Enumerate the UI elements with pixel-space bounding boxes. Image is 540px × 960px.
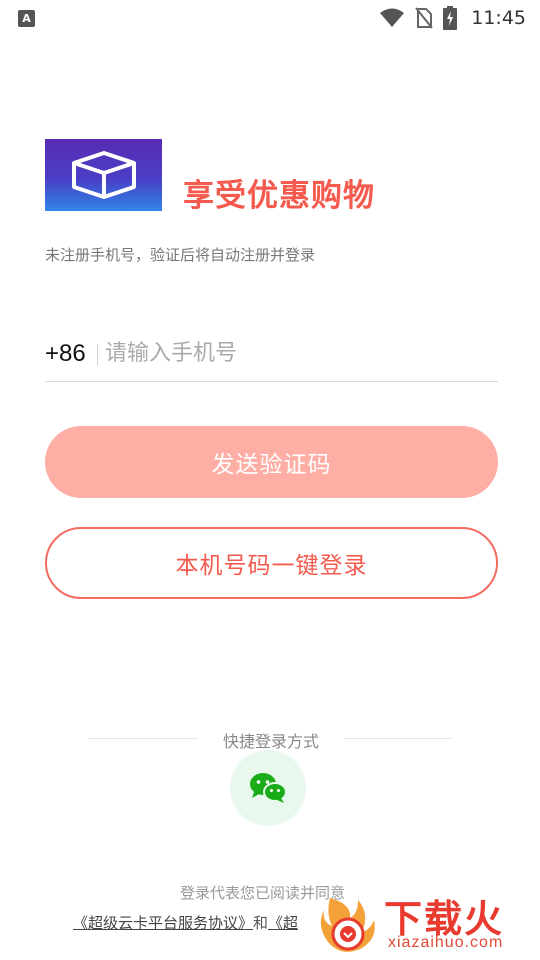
agreement-conjunction: 和 <box>253 914 269 932</box>
flame-logo-icon <box>320 898 375 952</box>
headline: 享受优惠购物 <box>183 178 375 214</box>
no-sim-icon <box>415 7 434 29</box>
phone-input-row: +86 <box>45 330 498 382</box>
one-key-login-button[interactable]: 本机号码一键登录 <box>45 527 498 599</box>
watermark: 下载火 xiazaihuo.com <box>318 888 540 960</box>
agreement-links: 《超级云卡平台服务协议》和《超 <box>73 912 298 933</box>
status-bar: A 11:45 <box>0 0 540 36</box>
quick-login-divider-right <box>344 738 452 739</box>
send-code-button[interactable]: 发送验证码 <box>45 426 498 498</box>
wechat-login-button[interactable] <box>230 750 306 826</box>
status-time: 11:45 <box>471 7 526 29</box>
wechat-icon <box>250 773 287 803</box>
wifi-icon <box>380 8 405 27</box>
app-notification-icon: A <box>18 10 35 27</box>
phone-input[interactable] <box>105 334 485 372</box>
status-icons: 11:45 <box>379 6 526 30</box>
battery-charging-icon <box>443 6 458 30</box>
country-code-divider <box>97 344 98 366</box>
box-3d-icon <box>71 151 136 199</box>
subtitle: 未注册手机号，验证后将自动注册并登录 <box>45 246 316 264</box>
app-logo <box>45 139 162 211</box>
watermark-url: xiazaihuo.com <box>388 934 504 951</box>
quick-login-label: 快捷登录方式 <box>222 732 319 751</box>
service-agreement-link[interactable]: 《超级云卡平台服务协议》 <box>73 914 253 932</box>
country-code[interactable]: +86 <box>45 340 86 368</box>
privacy-agreement-link[interactable]: 《超 <box>268 914 298 932</box>
quick-login-divider-left <box>88 738 198 739</box>
